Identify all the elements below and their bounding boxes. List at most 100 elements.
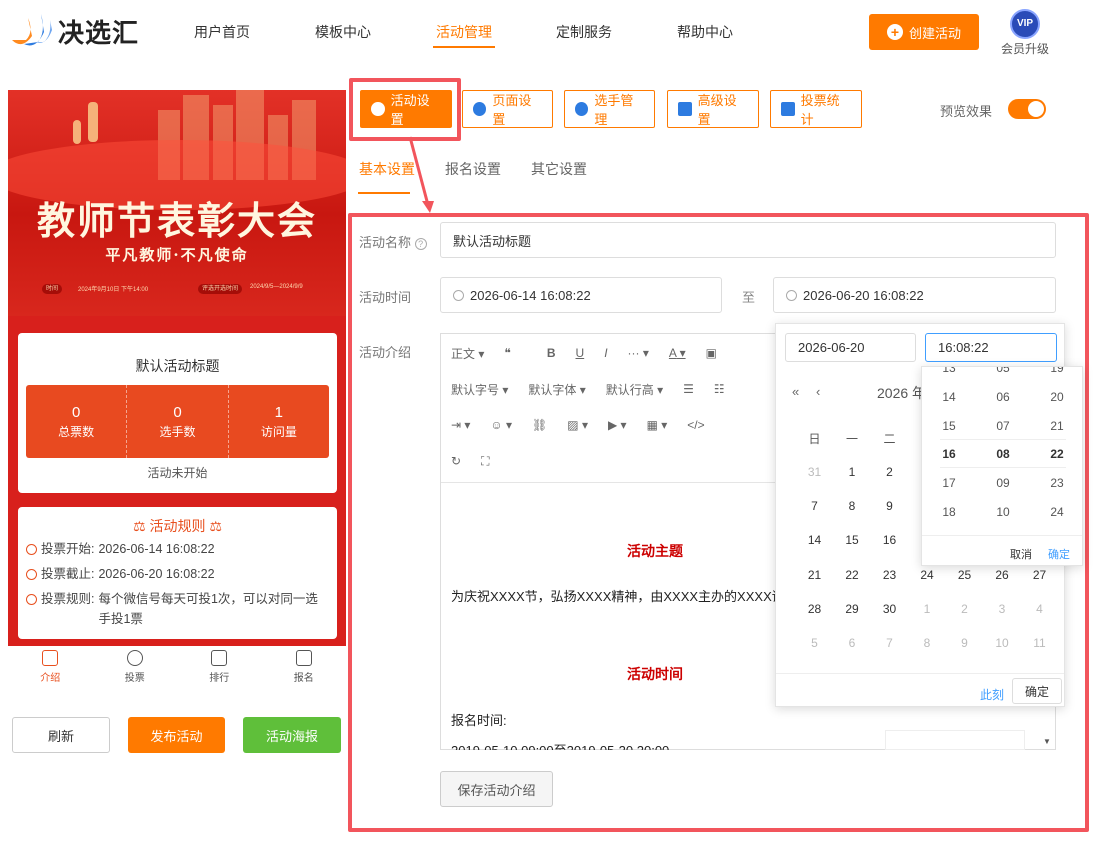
calendar-day[interactable]: 23 xyxy=(871,568,908,582)
calendar-day[interactable]: 30 xyxy=(871,602,908,616)
bottom-nav-signup[interactable]: 报名 xyxy=(262,646,347,690)
calendar-day[interactable]: 1 xyxy=(834,465,871,479)
time-option[interactable]: 16 xyxy=(922,447,976,461)
prev-year-icon[interactable]: « xyxy=(792,384,799,399)
bg-color-icon[interactable]: ▣ xyxy=(696,346,727,360)
start-time-input[interactable]: 2026-06-14 16:08:22 xyxy=(440,277,722,313)
tab-contestant-management[interactable]: 选手管理 xyxy=(564,90,655,128)
numbered-list-icon[interactable]: ☷ xyxy=(704,382,735,396)
calendar-day[interactable]: 16 xyxy=(871,533,908,547)
more-icon[interactable]: ··· ▾ xyxy=(618,346,659,360)
calendar-day[interactable]: 29 xyxy=(834,602,871,616)
preview-toggle[interactable] xyxy=(1008,99,1046,119)
table-icon[interactable]: ▦ ▾ xyxy=(637,418,678,432)
font-color-icon[interactable]: A ▾ xyxy=(659,346,696,360)
tab-advanced-settings[interactable]: 高级设置 xyxy=(667,90,759,128)
bold-icon[interactable]: B xyxy=(537,346,566,360)
picker-time-input[interactable]: 16:08:22 xyxy=(925,333,1057,362)
time-cancel-button[interactable]: 取消 xyxy=(1010,546,1032,562)
bottom-nav-vote[interactable]: 投票 xyxy=(93,646,178,690)
poster-button[interactable]: 活动海报 xyxy=(243,717,341,753)
time-option[interactable]: 10 xyxy=(976,505,1030,519)
time-option[interactable]: 05 xyxy=(976,367,1030,375)
emoji-icon[interactable]: ☺ ▾ xyxy=(480,418,522,432)
calendar-day[interactable]: 7 xyxy=(796,499,833,513)
line-height-dropdown[interactable]: 默认行高 ▾ xyxy=(596,381,673,398)
calendar-day[interactable]: 1 xyxy=(909,602,946,616)
time-option[interactable]: 19 xyxy=(1030,367,1082,375)
font-size-dropdown[interactable]: 默认字号 ▾ xyxy=(441,381,518,398)
calendar-day[interactable]: 4 xyxy=(1021,602,1058,616)
nav-user-home[interactable]: 用户首页 xyxy=(194,22,250,42)
tab-vote-statistics[interactable]: 投票统计 xyxy=(770,90,862,128)
time-confirm-button[interactable]: 确定 xyxy=(1048,546,1070,562)
calendar-day[interactable]: 24 xyxy=(909,568,946,582)
calendar-day[interactable]: 11 xyxy=(1021,636,1058,650)
calendar-day[interactable]: 14 xyxy=(796,533,833,547)
time-option[interactable]: 06 xyxy=(976,390,1030,404)
scroll-down-icon[interactable]: ▼ xyxy=(1043,737,1051,746)
font-family-dropdown[interactable]: 默认字体 ▾ xyxy=(518,381,595,398)
redo-icon[interactable]: ↻ xyxy=(441,454,471,468)
time-option[interactable]: 20 xyxy=(1030,390,1082,404)
time-option[interactable]: 07 xyxy=(976,419,1030,433)
time-option[interactable]: 13 xyxy=(922,367,976,375)
nav-template-center[interactable]: 模板中心 xyxy=(315,22,371,42)
now-link[interactable]: 此刻 xyxy=(980,686,1004,703)
calendar-day[interactable]: 8 xyxy=(909,636,946,650)
indent-icon[interactable]: ⇥ ▾ xyxy=(441,418,480,432)
activity-name-input[interactable]: 默认活动标题 xyxy=(440,222,1056,258)
picker-ok-button[interactable]: 确定 xyxy=(1012,678,1062,704)
template-thumbnail[interactable] xyxy=(885,730,1025,750)
refresh-button[interactable]: 刷新 xyxy=(12,717,110,753)
time-option[interactable]: 17 xyxy=(922,476,976,490)
time-option[interactable]: 09 xyxy=(976,476,1030,490)
bullet-list-icon[interactable]: ☰ xyxy=(673,382,704,396)
video-icon[interactable]: ▶ ▾ xyxy=(598,418,637,432)
vip-upgrade-link[interactable]: 会员升级 xyxy=(1001,40,1049,57)
calendar-day[interactable]: 28 xyxy=(796,602,833,616)
subtab-basic-settings[interactable]: 基本设置 xyxy=(359,159,415,179)
underline-icon[interactable]: U xyxy=(566,346,595,360)
help-icon[interactable]: ? xyxy=(414,238,427,250)
vip-icon[interactable]: VIP xyxy=(1010,9,1040,39)
time-option[interactable]: 23 xyxy=(1030,476,1082,490)
calendar-day[interactable]: 9 xyxy=(946,636,983,650)
calendar-day[interactable]: 21 xyxy=(796,568,833,582)
time-option[interactable]: 24 xyxy=(1030,505,1082,519)
italic-icon[interactable]: I xyxy=(594,346,617,360)
nav-custom-service[interactable]: 定制服务 xyxy=(556,22,612,42)
logo[interactable]: 决选汇 xyxy=(8,10,139,52)
save-intro-button[interactable]: 保存活动介绍 xyxy=(440,771,553,807)
image-icon[interactable]: ▨ ▾ xyxy=(557,418,598,432)
subtab-other-settings[interactable]: 其它设置 xyxy=(531,159,587,179)
calendar-day[interactable]: 2 xyxy=(871,465,908,479)
paragraph-format-dropdown[interactable]: 正文 ▾ xyxy=(441,345,494,362)
calendar-day[interactable]: 26 xyxy=(984,568,1021,582)
calendar-day[interactable]: 2 xyxy=(946,602,983,616)
bottom-nav-rank[interactable]: 排行 xyxy=(177,646,262,690)
nav-activity-management[interactable]: 活动管理 xyxy=(436,22,492,42)
calendar-day[interactable]: 5 xyxy=(796,636,833,650)
prev-month-icon[interactable]: ‹ xyxy=(816,384,820,399)
calendar-day[interactable]: 6 xyxy=(834,636,871,650)
calendar-day[interactable]: 27 xyxy=(1021,568,1058,582)
calendar-day[interactable]: 9 xyxy=(871,499,908,513)
tab-page-settings[interactable]: 页面设置 xyxy=(462,90,553,128)
calendar-day[interactable]: 31 xyxy=(796,465,833,479)
quote-icon[interactable]: ❝ xyxy=(494,346,520,360)
calendar-day[interactable]: 10 xyxy=(984,636,1021,650)
time-option[interactable]: 14 xyxy=(922,390,976,404)
time-option[interactable]: 18 xyxy=(922,505,976,519)
nav-help-center[interactable]: 帮助中心 xyxy=(677,22,733,42)
publish-button[interactable]: 发布活动 xyxy=(128,717,225,753)
bottom-nav-intro[interactable]: 介绍 xyxy=(8,646,93,690)
code-icon[interactable]: </> xyxy=(677,418,714,432)
calendar-day[interactable]: 8 xyxy=(834,499,871,513)
calendar-day[interactable]: 25 xyxy=(946,568,983,582)
tab-activity-settings[interactable]: 活动设置 xyxy=(360,90,452,128)
calendar-day[interactable]: 3 xyxy=(984,602,1021,616)
create-activity-button[interactable]: + 创建活动 xyxy=(869,14,979,50)
fullscreen-icon[interactable]: ⛶ xyxy=(471,454,499,469)
calendar-day[interactable]: 15 xyxy=(834,533,871,547)
